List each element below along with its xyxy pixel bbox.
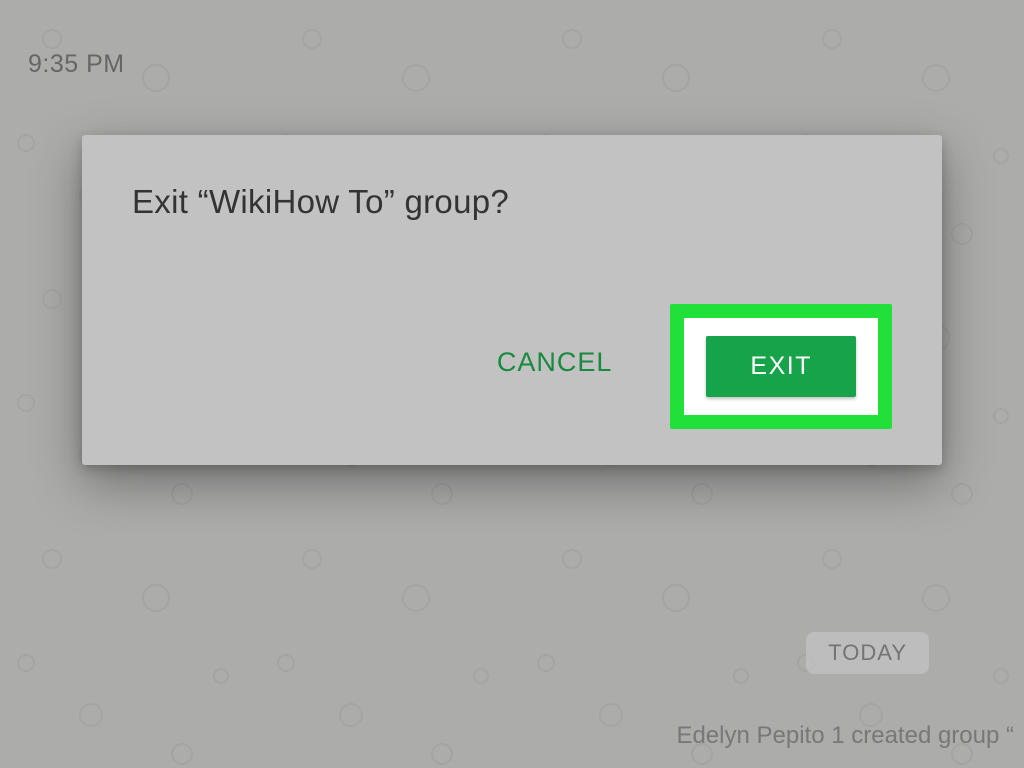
exit-button[interactable]: EXIT	[706, 336, 856, 397]
exit-group-dialog: Exit “WikiHow To” group? CANCEL EXIT	[82, 135, 942, 465]
cancel-button[interactable]: CANCEL	[475, 333, 635, 392]
dialog-actions: CANCEL EXIT	[132, 304, 892, 435]
exit-highlight-inner: EXIT	[684, 318, 878, 415]
exit-highlight-box: EXIT	[670, 304, 892, 429]
dialog-title: Exit “WikiHow To” group?	[132, 183, 892, 221]
